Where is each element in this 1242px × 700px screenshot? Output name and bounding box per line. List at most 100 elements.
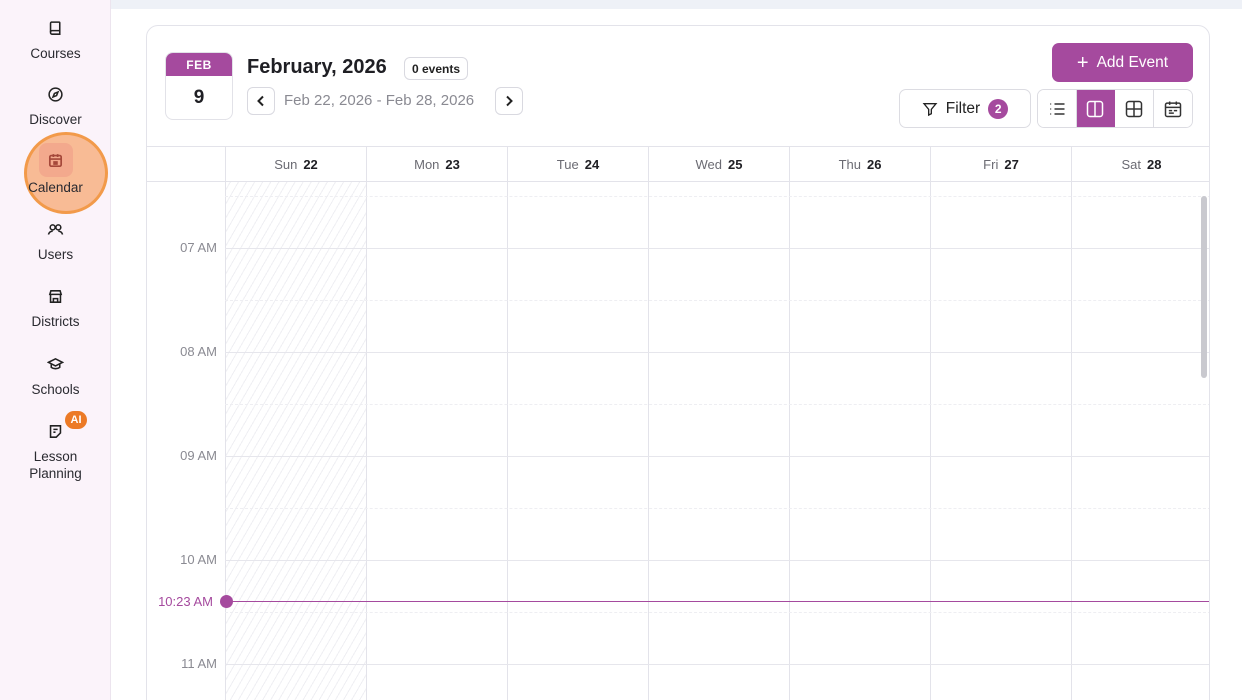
day-name: Fri	[983, 157, 999, 172]
day-name: Thu	[838, 157, 861, 172]
sidebar-item-label: Calendar	[28, 180, 83, 195]
half-hour-line	[225, 508, 1209, 509]
hour-line	[225, 248, 1209, 249]
week-grid: Sun 22 Mon 23 Tue 24 Wed 25 Thu 26 Fri 27 Sat 2…	[147, 146, 1209, 700]
add-event-button[interactable]: + Add Event	[1052, 43, 1193, 82]
date-tile-month: FEB	[166, 53, 232, 76]
calendar-card: FEB 9 February, 2026 0 events Feb 22, 20…	[146, 25, 1210, 700]
day-name: Mon	[414, 157, 440, 172]
current-time-dot	[220, 595, 233, 608]
day-date: 23	[445, 157, 460, 172]
sidebar-item-courses[interactable]: Courses	[0, 16, 111, 62]
time-label: 08 AM	[180, 344, 217, 359]
schedule-view-icon	[1164, 101, 1181, 117]
date-tile-day: 9	[193, 87, 205, 108]
column-divider	[366, 182, 367, 700]
page-title: February, 2026	[247, 56, 387, 78]
lesson-plan-icon	[44, 419, 68, 443]
day-date: 26	[866, 157, 882, 172]
list-view-button[interactable]	[1038, 90, 1077, 127]
list-view-icon	[1050, 102, 1065, 115]
day-header-tue[interactable]: Tue 24	[507, 147, 648, 182]
next-week-button[interactable]	[495, 87, 523, 115]
time-label: 11 AM	[181, 656, 217, 671]
day-header-sun[interactable]: Sun 22	[225, 147, 366, 182]
previous-week-button[interactable]	[247, 87, 275, 115]
time-label: 07 AM	[180, 240, 217, 255]
hour-line	[225, 456, 1209, 457]
add-event-label: Add Event	[1096, 53, 1169, 71]
day-header-sat[interactable]: Sat 28	[1071, 147, 1209, 182]
users-icon	[44, 217, 68, 241]
day-date: 27	[1004, 157, 1019, 172]
half-hour-line	[225, 196, 1209, 197]
filter-label: Filter	[945, 99, 981, 117]
half-hour-line	[225, 300, 1209, 301]
day-name: Wed	[695, 157, 723, 172]
day-header-mon[interactable]: Mon 23	[366, 147, 507, 182]
day-date: 24	[584, 157, 600, 172]
sidebar-item-calendar[interactable]: Calendar	[0, 143, 111, 196]
building-icon	[44, 284, 68, 308]
sidebar-item-users[interactable]: Users	[0, 217, 111, 263]
day-header-fri[interactable]: Fri 27	[930, 147, 1071, 182]
top-strip	[111, 0, 1242, 9]
filter-button[interactable]: Filter 2	[899, 89, 1031, 128]
hour-line	[225, 352, 1209, 353]
date-range: Feb 22, 2026 - Feb 28, 2026	[284, 92, 475, 109]
book-icon	[44, 16, 68, 40]
day-date: 25	[728, 157, 743, 172]
chevron-right-icon	[506, 95, 513, 107]
sidebar-item-label: Courses	[30, 46, 81, 61]
day-name: Sun	[274, 157, 298, 172]
time-label: 09 AM	[180, 448, 217, 463]
column-divider	[507, 182, 508, 700]
graduation-cap-icon	[44, 352, 68, 376]
half-hour-line	[225, 612, 1209, 613]
schedule-view-button[interactable]	[1153, 90, 1192, 127]
ai-badge: AI	[65, 411, 87, 429]
day-date: 28	[1147, 157, 1162, 172]
column-divider	[930, 182, 931, 700]
sidebar-item-lesson-planning[interactable]: Lesson Planning	[0, 419, 111, 482]
sidebar-item-districts[interactable]: Districts	[0, 284, 111, 330]
day-name: Sat	[1121, 157, 1142, 172]
sidebar-item-label: Discover	[29, 112, 82, 127]
time-grid[interactable]: 07 AM 08 AM 09 AM 10 AM 11 AM 10:23 AM	[147, 182, 1209, 700]
column-divider	[1071, 182, 1072, 700]
month-view-button[interactable]	[1115, 90, 1154, 127]
sidebar-item-label: Districts	[31, 314, 80, 329]
sidebar-item-label: Lesson Planning	[29, 449, 82, 481]
week-view-icon	[1087, 100, 1104, 117]
day-header-wed[interactable]: Wed 25	[648, 147, 789, 182]
column-divider	[648, 182, 649, 700]
filter-icon	[922, 102, 938, 116]
week-view-button[interactable]	[1076, 90, 1115, 127]
past-day-hatch	[225, 182, 366, 700]
calendar-icon	[38, 143, 73, 177]
hour-line	[225, 664, 1209, 665]
sidebar-item-discover[interactable]: Discover	[0, 82, 111, 128]
sidebar-item-label: Users	[37, 247, 74, 262]
plus-icon: +	[1076, 51, 1089, 74]
current-time-label: 10:23 AM	[158, 594, 213, 609]
column-divider	[789, 182, 790, 700]
day-name: Tue	[556, 157, 579, 172]
day-header-thu[interactable]: Thu 26	[789, 147, 930, 182]
hour-line	[225, 560, 1209, 561]
vertical-scrollbar[interactable]	[1201, 196, 1207, 378]
week-header: Sun 22 Mon 23 Tue 24 Wed 25 Thu 26 Fri 27 Sat 2…	[147, 146, 1209, 182]
view-switcher	[1037, 89, 1193, 128]
today-date-tile[interactable]: FEB 9	[165, 52, 233, 120]
half-hour-line	[225, 404, 1209, 405]
compass-icon	[44, 82, 68, 106]
column-divider	[225, 182, 226, 700]
events-count-badge: 0 events	[404, 57, 469, 80]
sidebar-item-label: Schools	[31, 382, 80, 397]
month-grid-icon	[1125, 100, 1142, 117]
time-label: 10 AM	[180, 552, 217, 567]
filter-count-badge: 2	[988, 98, 1009, 119]
day-date: 22	[303, 157, 318, 172]
sidebar-item-schools[interactable]: Schools	[0, 352, 111, 398]
chevron-left-icon	[257, 95, 264, 107]
